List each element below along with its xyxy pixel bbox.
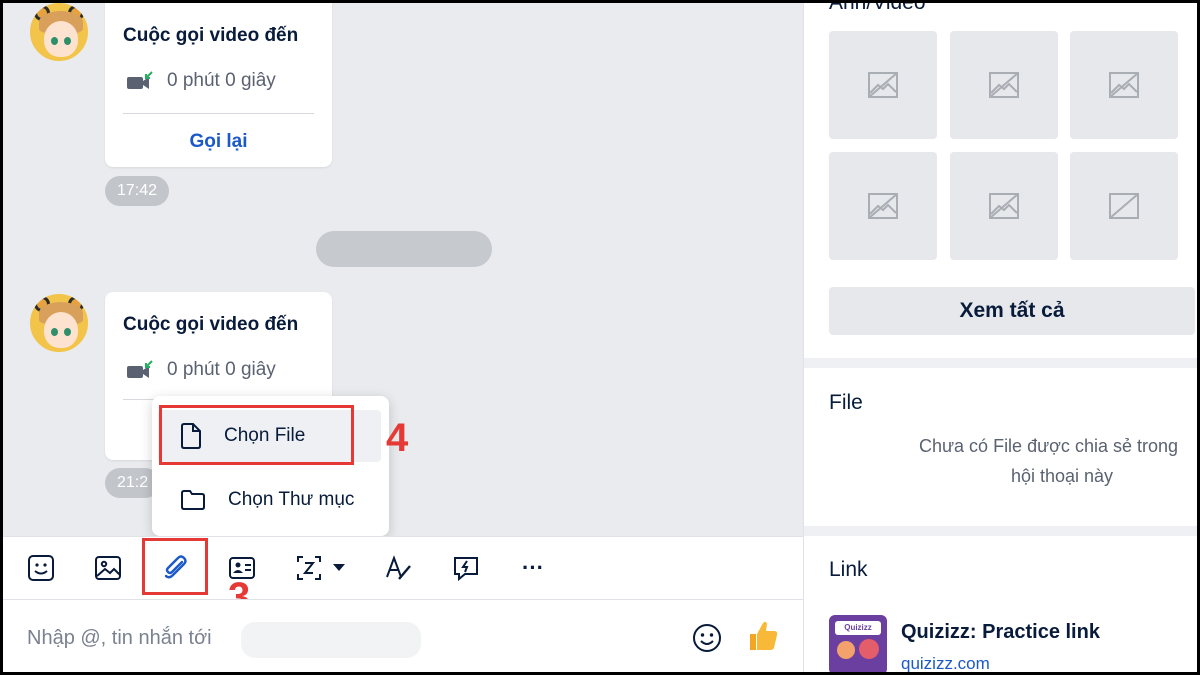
broken-image-icon — [868, 193, 898, 219]
choose-folder-label: Chọn Thư mục — [228, 489, 355, 510]
sticker-button[interactable] — [24, 551, 58, 585]
quick-message-button[interactable] — [449, 551, 483, 585]
media-section: Ảnh/Video Xem tất cả — [804, 3, 1197, 358]
broken-image-icon — [868, 72, 898, 98]
card-divider — [123, 113, 314, 114]
sender-avatar[interactable] — [28, 292, 90, 354]
broken-image-icon — [989, 72, 1019, 98]
emoji-button[interactable] — [691, 622, 723, 659]
files-empty-line1: Chưa có File được chia sẻ trong — [918, 436, 1178, 456]
link-title[interactable]: Quizizz: Practice link — [901, 621, 1100, 644]
link-thumbnail-badge: Quizizz — [835, 621, 881, 635]
files-section-title: File — [829, 391, 863, 414]
media-thumbnail[interactable] — [829, 31, 937, 139]
incoming-video-icon — [127, 360, 153, 378]
broken-image-icon — [1109, 193, 1139, 219]
message-input[interactable]: Nhập @, tin nhắn tới — [27, 627, 212, 650]
broken-image-icon — [1109, 72, 1139, 98]
call-duration-text: 0 phút 0 giây — [167, 359, 276, 380]
call-duration: 0 phút 0 giây — [127, 359, 276, 381]
call-title: Cuộc gọi video đến — [123, 314, 299, 335]
screenshot-icon — [297, 556, 321, 580]
chevron-down-icon — [333, 564, 345, 571]
view-all-media-button[interactable]: Xem tất cả — [829, 287, 1195, 335]
media-section-title: Ảnh/Video — [829, 3, 926, 15]
recipient-name-blurred — [241, 622, 421, 658]
composer-toolbar: ··· — [3, 536, 803, 599]
like-button[interactable] — [746, 618, 780, 659]
link-thumbnail[interactable]: Quizizz — [829, 615, 887, 672]
avatar-eye — [64, 328, 71, 336]
call-back-button[interactable]: Gọi lại — [105, 131, 332, 153]
text-format-button[interactable] — [382, 551, 416, 585]
incoming-video-icon — [127, 71, 153, 89]
links-section-title: Link — [829, 558, 868, 581]
sticker-icon — [28, 555, 54, 581]
avatar-face — [44, 312, 78, 348]
more-button[interactable]: ··· — [516, 551, 550, 585]
image-icon — [95, 556, 121, 580]
call-duration: 0 phút 0 giây — [127, 70, 276, 92]
thumbs-up-icon — [750, 621, 778, 650]
quick-message-icon — [454, 557, 478, 582]
link-domain[interactable]: quizizz.com — [901, 654, 990, 672]
screenshot-button[interactable] — [292, 551, 326, 585]
avatar-face — [44, 21, 78, 57]
highlight-box-step4 — [159, 405, 354, 465]
broken-image-icon — [989, 193, 1019, 219]
date-separator — [316, 231, 492, 267]
message-time: 17:42 — [105, 176, 170, 206]
avatar-eye — [51, 37, 58, 45]
choose-folder-item[interactable]: Chọn Thư mục — [158, 474, 381, 526]
media-thumbnail[interactable] — [829, 152, 937, 260]
call-title: Cuộc gọi video đến — [123, 25, 299, 46]
message-input-row: Nhập @, tin nhắn tới — [3, 599, 803, 672]
thumbnail-figure — [837, 641, 855, 659]
avatar-eye — [51, 328, 58, 336]
call-duration-text: 0 phút 0 giây — [167, 70, 276, 91]
emoji-icon — [693, 624, 721, 652]
app-window: Cuộc gọi video đến 0 phút 0 giây Gọi lại… — [3, 3, 1197, 672]
media-thumbnail[interactable] — [950, 31, 1058, 139]
thumbnail-figure — [859, 639, 879, 659]
media-thumbnail[interactable] — [1070, 31, 1178, 139]
step-number-4: 4 — [386, 416, 409, 460]
text-format-icon — [386, 555, 411, 580]
call-card: Cuộc gọi video đến 0 phút 0 giây Gọi lại — [105, 3, 332, 167]
chat-area: Cuộc gọi video đến 0 phút 0 giây Gọi lại… — [3, 3, 803, 536]
conversation-info-panel: Ảnh/Video Xem tất cả File Chưa — [803, 3, 1197, 672]
files-empty-line2: hội thoại này — [1010, 466, 1114, 486]
media-thumbnail[interactable] — [1070, 152, 1178, 260]
image-button[interactable] — [91, 551, 125, 585]
media-thumbnail[interactable] — [950, 152, 1058, 260]
sender-avatar[interactable] — [28, 3, 90, 63]
avatar-eye — [64, 37, 71, 45]
folder-icon — [181, 490, 205, 510]
screenshot-options-button[interactable] — [329, 551, 349, 585]
highlight-box-step3 — [142, 538, 208, 595]
